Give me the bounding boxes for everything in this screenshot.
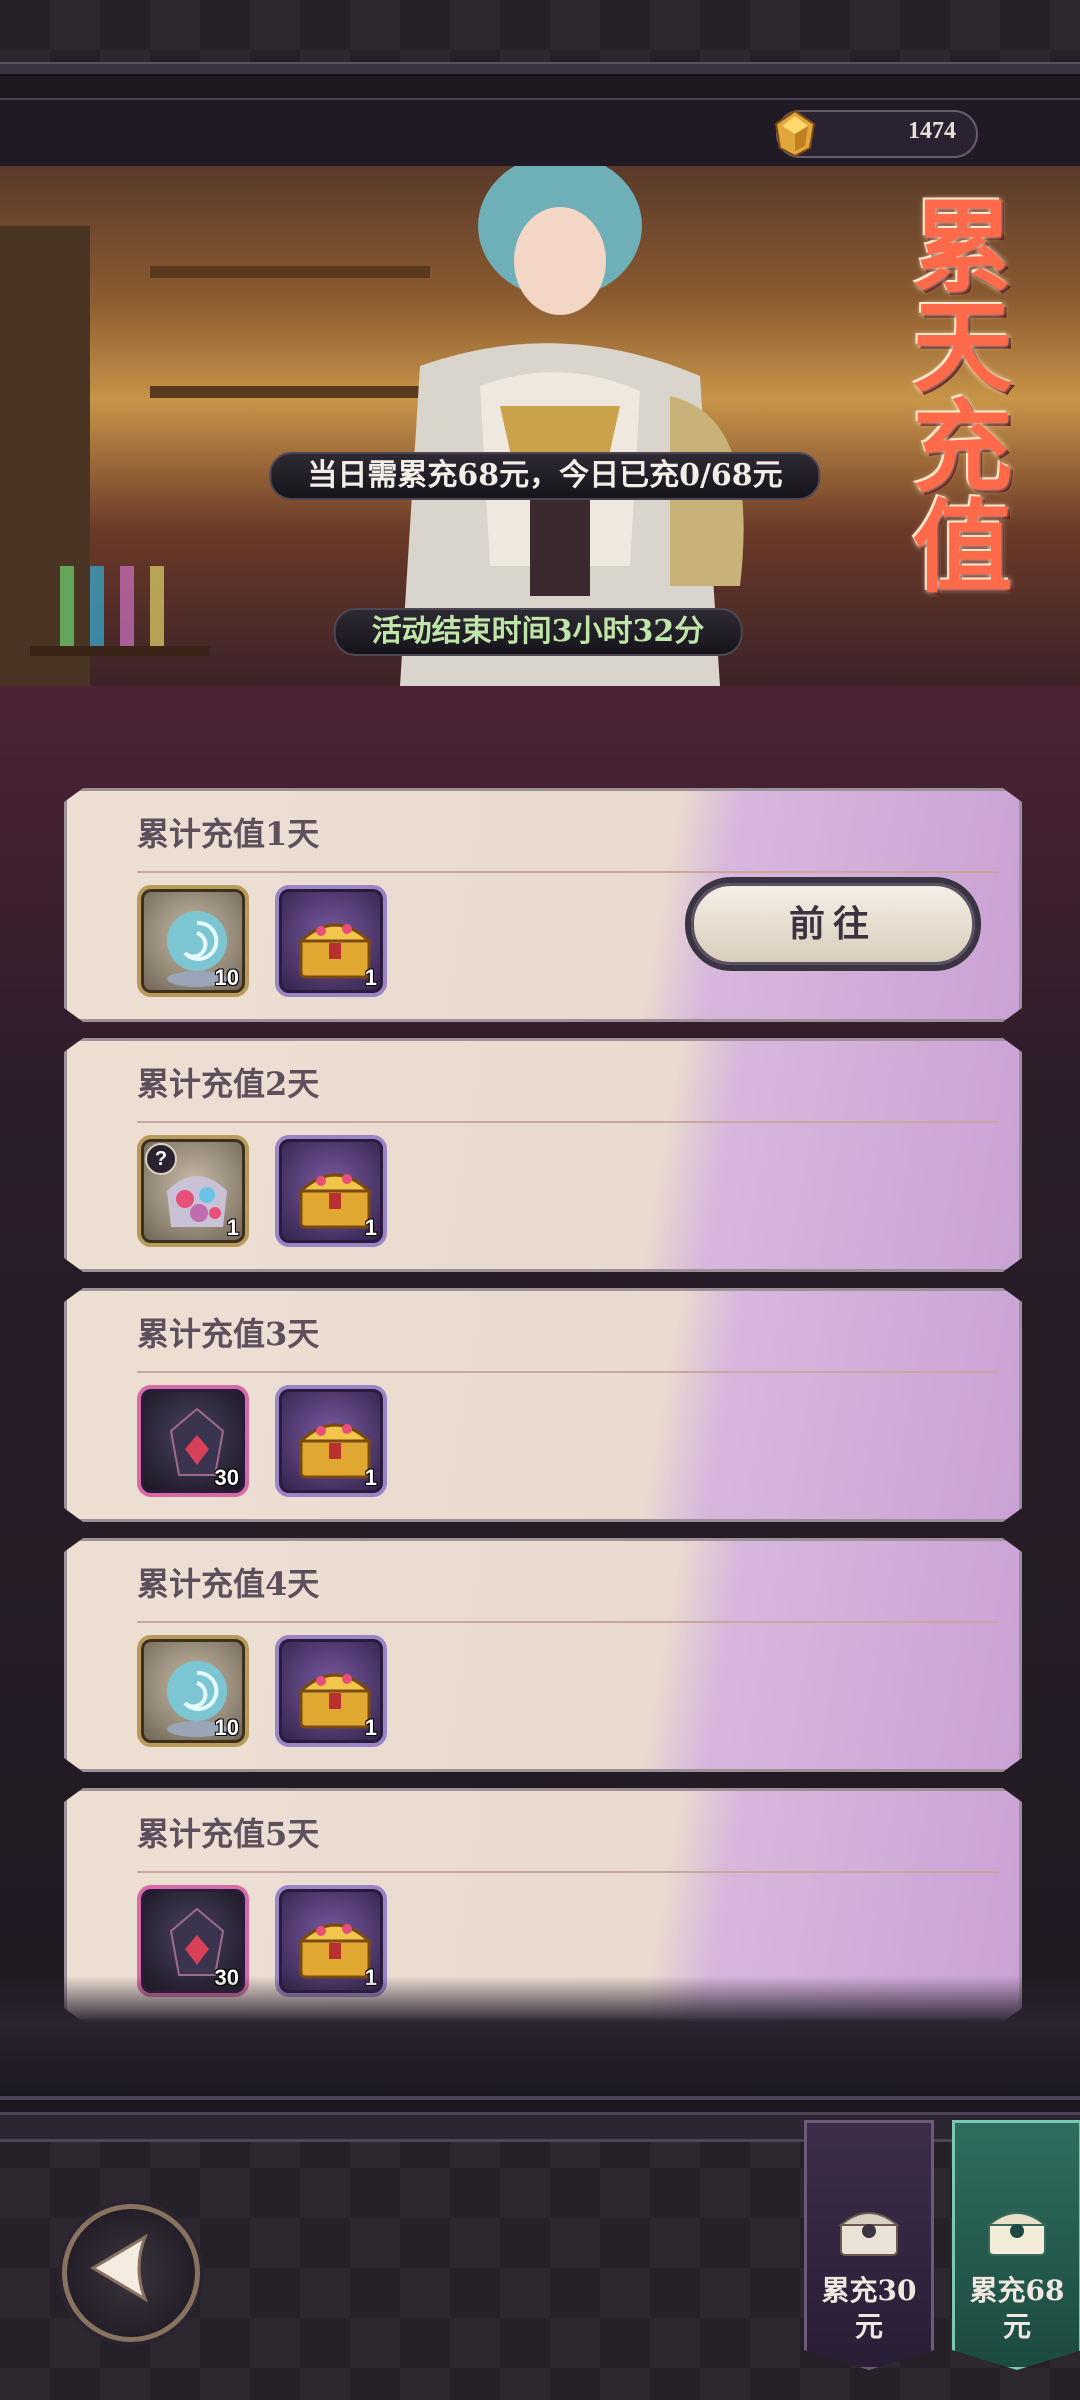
task-card-day-1: 累计充值1天 10 1 前往 [64,788,1022,1022]
reward-item-treasure-chest[interactable]: 1 [275,885,387,997]
currency-display: 1474 [774,109,978,158]
goto-button[interactable]: 前往 [691,883,975,965]
reward-item-treasure-chest[interactable]: 1 [275,1385,387,1497]
task-card-day-3: 累计充值3天 30 1 [64,1288,1022,1522]
tab-label-line-1: 累充30 [821,2274,917,2307]
task-title: 累计充值3天 [137,1315,320,1353]
reward-count: 1 [364,1465,377,1490]
event-banner: 累天充值 当日需累充68元，今日已充0/68元 活动结束时间3小时32分 [0,166,1080,686]
reward-count: 1 [364,1715,377,1740]
tab-label-line-1: 累充68 [969,2274,1065,2307]
tab-label-line-2: 元 [1002,2310,1031,2343]
task-title: 累计充值1天 [137,815,320,853]
list-frame-ornament [0,1976,1080,2100]
tab-recharge-68[interactable]: 累充68 元 [952,2120,1080,2370]
reward-item-mystery-gem-bag[interactable]: ? 1 [137,1135,249,1247]
reward-item-dark-crystal[interactable]: 30 [137,1385,249,1497]
chest-emblem-icon [986,2212,1048,2256]
tab-recharge-30[interactable]: 累充30 元 [804,2120,934,2370]
top-background [0,0,1080,62]
reward-item-treasure-chest[interactable]: 1 [275,1135,387,1247]
reward-count: 1 [364,1215,377,1240]
task-divider [137,871,999,873]
task-card-day-4: 累计充值4天 10 1 [64,1538,1022,1772]
tab-label: 累充30 元 [807,2273,931,2345]
reward-count: 30 [214,1465,239,1490]
task-title: 累计充值5天 [137,1815,320,1853]
chest-emblem-icon [838,2212,900,2256]
tab-label-line-2: 元 [854,2310,883,2343]
reward-count: 1 [226,1215,239,1240]
reward-count: 10 [214,1715,239,1740]
event-title: 累天充值 [895,194,1013,594]
recharge-requirement: 当日需累充68元，今日已充0/68元 [269,452,821,500]
task-title: 累计充值2天 [137,1065,320,1103]
task-list[interactable]: 累计充值1天 10 1 前往 累计充值2天 ? 1 1 累计充值3天 30 1 … [0,686,1080,2098]
top-divider [0,62,1080,76]
help-badge: ? [145,1143,177,1175]
task-divider [137,1871,999,1873]
task-title: 累计充值4天 [137,1565,320,1603]
task-card-day-2: 累计充值2天 ? 1 1 [64,1038,1022,1272]
reward-item-crystal-orb[interactable]: 10 [137,1635,249,1747]
back-button[interactable] [62,2204,200,2342]
bottles-icon [30,566,210,656]
back-arrow-icon [90,2233,148,2303]
tab-label: 累充68 元 [955,2273,1079,2345]
reward-item-treasure-chest[interactable]: 1 [275,1635,387,1747]
currency-value: 1474 [908,118,956,144]
task-divider [137,1371,999,1373]
reward-item-crystal-orb[interactable]: 10 [137,885,249,997]
task-divider [137,1121,999,1123]
reward-count: 1 [364,965,377,990]
event-end-time: 活动结束时间3小时32分 [333,608,743,656]
reward-count: 10 [214,965,239,990]
task-divider [137,1621,999,1623]
